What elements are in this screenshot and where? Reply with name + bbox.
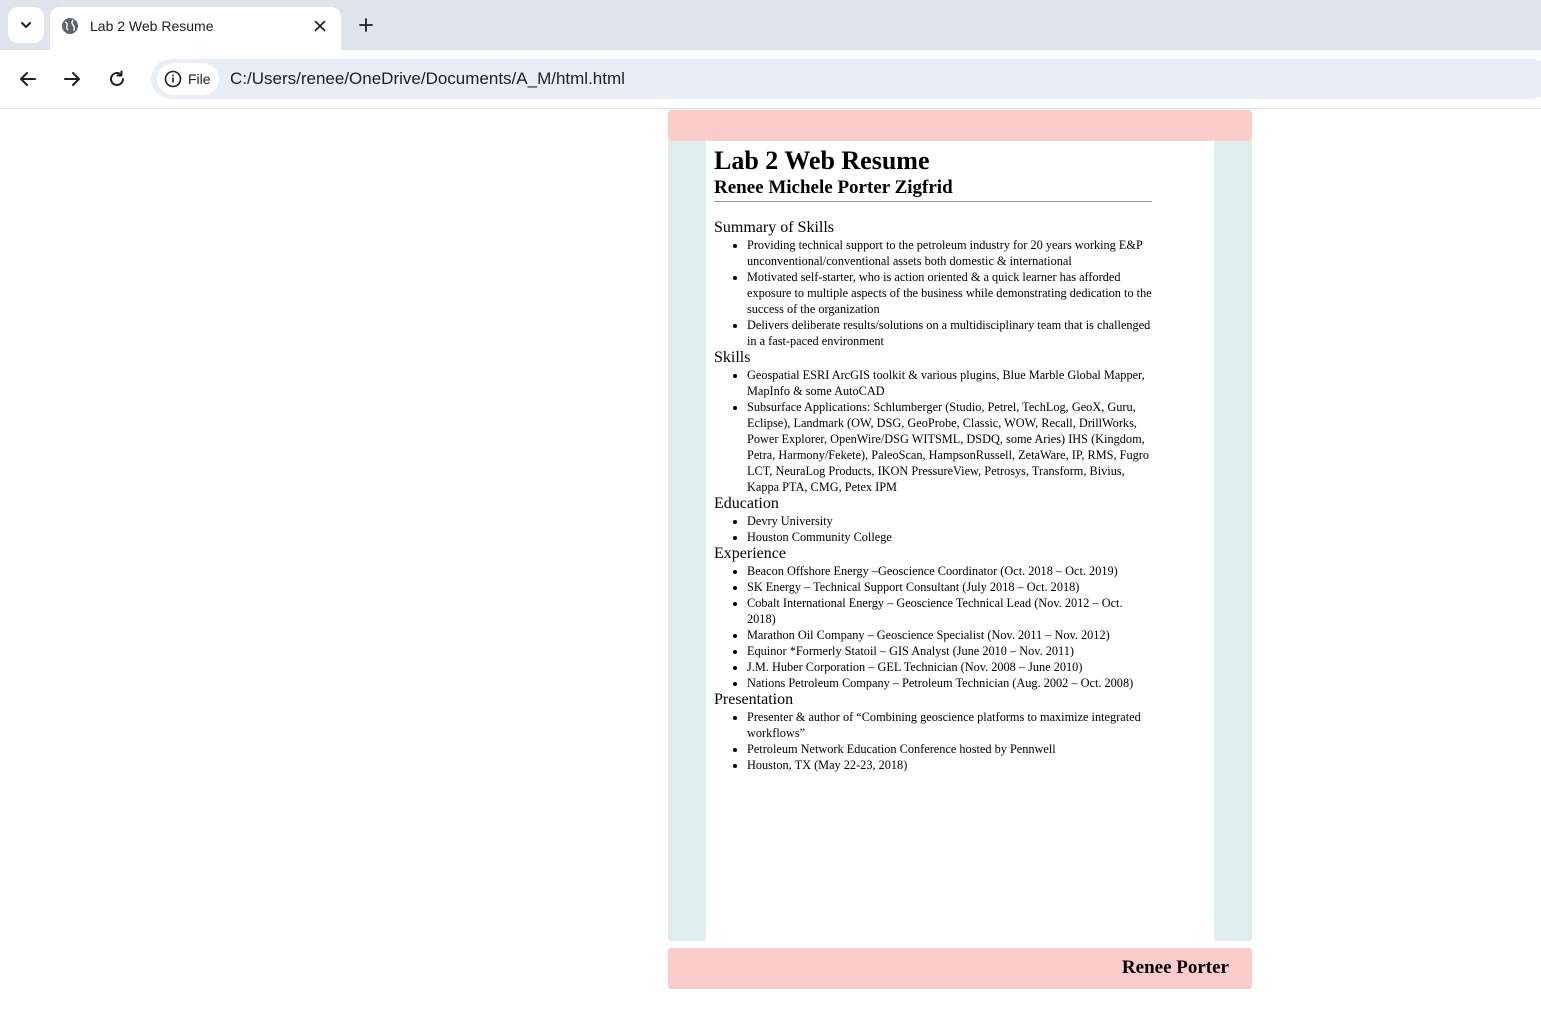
section-list: Devry University Houston Community Colle… xyxy=(714,513,1154,545)
active-tab[interactable]: Lab 2 Web Resume xyxy=(50,7,341,50)
list-item: Beacon Offshore Energy –Geoscience Coord… xyxy=(747,563,1154,579)
right-side-column xyxy=(1214,141,1252,941)
section-list: Presenter & author of “Combining geoscie… xyxy=(714,709,1154,773)
plus-icon xyxy=(359,18,373,32)
back-button[interactable] xyxy=(14,65,42,93)
section-heading: Presentation xyxy=(714,691,794,708)
info-icon xyxy=(164,70,182,88)
tab-strip: Lab 2 Web Resume xyxy=(0,0,1541,50)
list-item: Houston Community College xyxy=(747,529,1154,545)
reload-button[interactable] xyxy=(103,65,131,93)
section-skills: Skills Geospatial ESRI ArcGIS toolkit & … xyxy=(714,349,1154,495)
section-presentation: Presentation Presenter & author of “Comb… xyxy=(714,691,1154,773)
list-item: Nations Petroleum Company – Petroleum Te… xyxy=(747,675,1154,691)
page-footer-band: Renee Porter xyxy=(668,948,1252,989)
close-icon xyxy=(314,20,326,32)
site-info-chip[interactable]: File xyxy=(157,63,219,95)
list-item: J.M. Huber Corporation – GEL Technician … xyxy=(747,659,1154,675)
page-title: Lab 2 Web Resume xyxy=(714,146,930,175)
section-summary-of-skills: Summary of Skills Providing technical su… xyxy=(714,219,1154,349)
page-header-band xyxy=(668,110,1252,141)
list-item: SK Energy – Technical Support Consultant… xyxy=(747,579,1154,595)
tab-search-button[interactable] xyxy=(8,7,44,43)
list-item: Geospatial ESRI ArcGIS toolkit & various… xyxy=(747,367,1154,399)
browser-toolbar: File C:/Users/renee/OneDrive/Documents/A… xyxy=(0,50,1541,109)
reload-icon xyxy=(110,70,124,86)
arrow-right-icon xyxy=(64,72,80,86)
tab-close-button[interactable] xyxy=(310,16,330,36)
resume-content: Lab 2 Web Resume Renee Michele Porter Zi… xyxy=(714,146,1154,773)
list-item: Presenter & author of “Combining geoscie… xyxy=(747,709,1154,741)
list-item: Subsurface Applications: Schlumberger (S… xyxy=(747,399,1154,495)
section-heading: Experience xyxy=(714,545,786,562)
section-heading: Skills xyxy=(714,349,751,366)
footer-name: Renee Porter xyxy=(1121,957,1229,978)
resume-name: Renee Michele Porter Zigfrid xyxy=(714,177,953,198)
new-tab-button[interactable] xyxy=(352,11,380,39)
list-item: Houston, TX (May 22-23, 2018) xyxy=(747,757,1154,773)
address-bar[interactable]: File C:/Users/renee/OneDrive/Documents/A… xyxy=(151,59,1541,99)
list-item: Motivated self-starter, who is action or… xyxy=(747,269,1154,317)
list-item: Equinor *Formerly Statoil – GIS Analyst … xyxy=(747,643,1154,659)
list-item: Petroleum Network Education Conference h… xyxy=(747,741,1154,757)
section-heading: Summary of Skills xyxy=(714,219,835,236)
section-heading: Education xyxy=(714,495,779,512)
section-list: Providing technical support to the petro… xyxy=(714,237,1154,349)
forward-button[interactable] xyxy=(58,65,86,93)
list-item: Providing technical support to the petro… xyxy=(747,237,1154,269)
tab-title: Lab 2 Web Resume xyxy=(90,18,214,34)
site-chip-label: File xyxy=(188,71,211,87)
list-item: Devry University xyxy=(747,513,1154,529)
arrow-left-icon xyxy=(20,72,36,86)
section-education: Education Devry University Houston Commu… xyxy=(714,495,1154,545)
section-list: Geospatial ESRI ArcGIS toolkit & various… xyxy=(714,367,1154,495)
chevron-down-icon xyxy=(21,22,31,28)
list-item: Marathon Oil Company – Geoscience Specia… xyxy=(747,627,1154,643)
globe-icon xyxy=(62,18,78,34)
section-experience: Experience Beacon Offshore Energy –Geosc… xyxy=(714,545,1154,691)
list-item: Cobalt International Energy – Geoscience… xyxy=(747,595,1154,627)
section-list: Beacon Offshore Energy –Geoscience Coord… xyxy=(714,563,1154,691)
divider xyxy=(714,201,1152,202)
left-side-column xyxy=(668,141,706,941)
list-item: Delivers deliberate results/solutions on… xyxy=(747,317,1154,349)
url-text[interactable]: C:/Users/renee/OneDrive/Documents/A_M/ht… xyxy=(230,69,625,89)
